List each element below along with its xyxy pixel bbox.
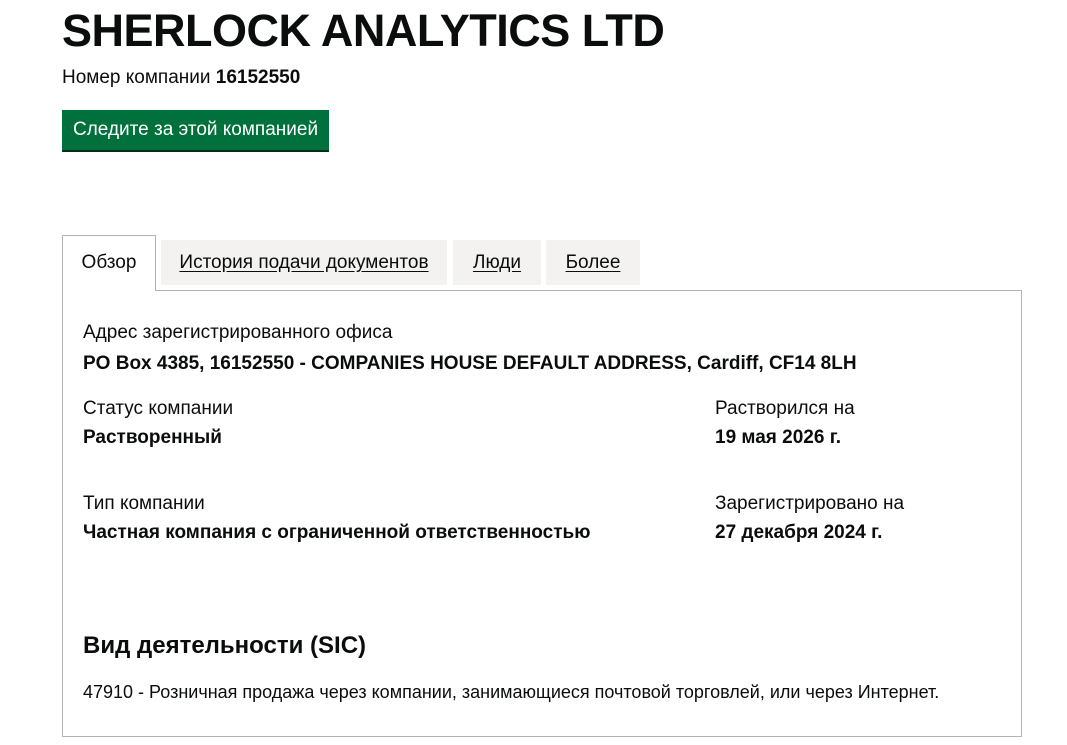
company-status-value: Растворенный (83, 427, 222, 448)
sic-heading: Вид деятельности (SIC) (83, 632, 367, 659)
company-number-value: 16152550 (215, 67, 301, 88)
sic-code-item: 47910 - Розничная продажа через компании… (83, 682, 940, 702)
tab-overview[interactable]: Обзор (62, 235, 156, 291)
company-number-label: Номер компании (62, 67, 211, 88)
tab-filing-history[interactable]: История подачи документов (161, 240, 447, 285)
company-type-value: Частная компания с ограниченной ответств… (83, 522, 591, 543)
incorporated-on-label: Зарегистрировано на (715, 493, 905, 514)
follow-company-button[interactable]: Следите за этой компанией (62, 110, 330, 150)
overview-panel: Адрес зарегистрированного офиса PO Box 4… (62, 290, 1022, 737)
company-status-label: Статус компании (83, 398, 234, 419)
tab-more[interactable]: Более (546, 240, 640, 285)
tab-people[interactable]: Люди (453, 240, 541, 285)
registered-office-address: PO Box 4385, 16152550 - COMPANIES HOUSE … (83, 353, 857, 374)
company-number-row: Номер компании 16152550 (62, 66, 300, 90)
company-tabs: Обзор История подачи документов Люди Бол… (62, 235, 1022, 291)
company-type-label: Тип компании (83, 493, 205, 514)
dissolved-on-value: 19 мая 2026 г. (715, 427, 841, 448)
tab-overview-label: Обзор (81, 252, 137, 273)
tab-more-label: Более (565, 252, 621, 273)
dissolved-on-label: Растворился на (715, 398, 855, 419)
company-name-heading: SHERLOCK ANALYTICS LTD (62, 5, 665, 56)
incorporated-on-value: 27 декабря 2024 г. (715, 522, 883, 543)
tab-people-label: Люди (472, 252, 521, 273)
registered-office-label: Адрес зарегистрированного офиса (83, 322, 393, 343)
tab-filing-history-label: История подачи документов (179, 252, 429, 273)
